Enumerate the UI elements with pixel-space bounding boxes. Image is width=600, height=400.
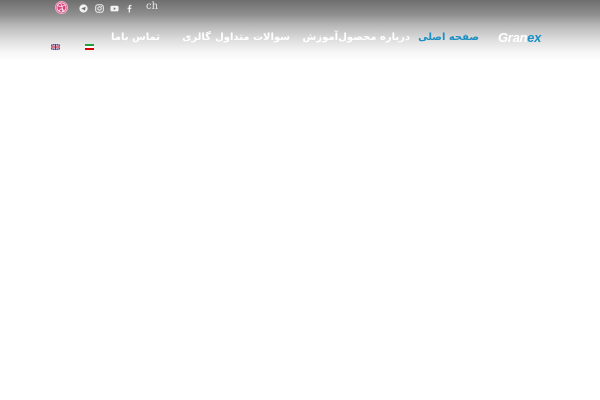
site-header: ch صفحه اصلی درباره محصول آموزش سوالات م… [0, 0, 600, 62]
dribbble-icon[interactable] [55, 1, 68, 14]
page-content [0, 62, 600, 400]
telegram-icon[interactable] [79, 4, 88, 13]
nav-item-gallery[interactable]: گالری [182, 29, 211, 47]
instagram-icon[interactable] [95, 4, 104, 13]
nav-item-about-product[interactable]: درباره محصول [338, 29, 410, 47]
social-bar-text[interactable]: ch [146, 1, 158, 12]
facebook-icon[interactable] [125, 4, 134, 13]
nav-item-home[interactable]: صفحه اصلی [418, 29, 479, 47]
logo-text-accent: ex [527, 30, 542, 45]
youtube-icon[interactable] [110, 4, 119, 13]
nav-item-faq[interactable]: سوالات متداول [215, 29, 290, 47]
nav-item-training[interactable]: آموزش [303, 29, 338, 47]
site-logo[interactable]: Granex [498, 29, 541, 47]
nav-item-contact[interactable]: تماس باما [111, 29, 160, 47]
logo-text-primary: Gran [498, 30, 528, 45]
